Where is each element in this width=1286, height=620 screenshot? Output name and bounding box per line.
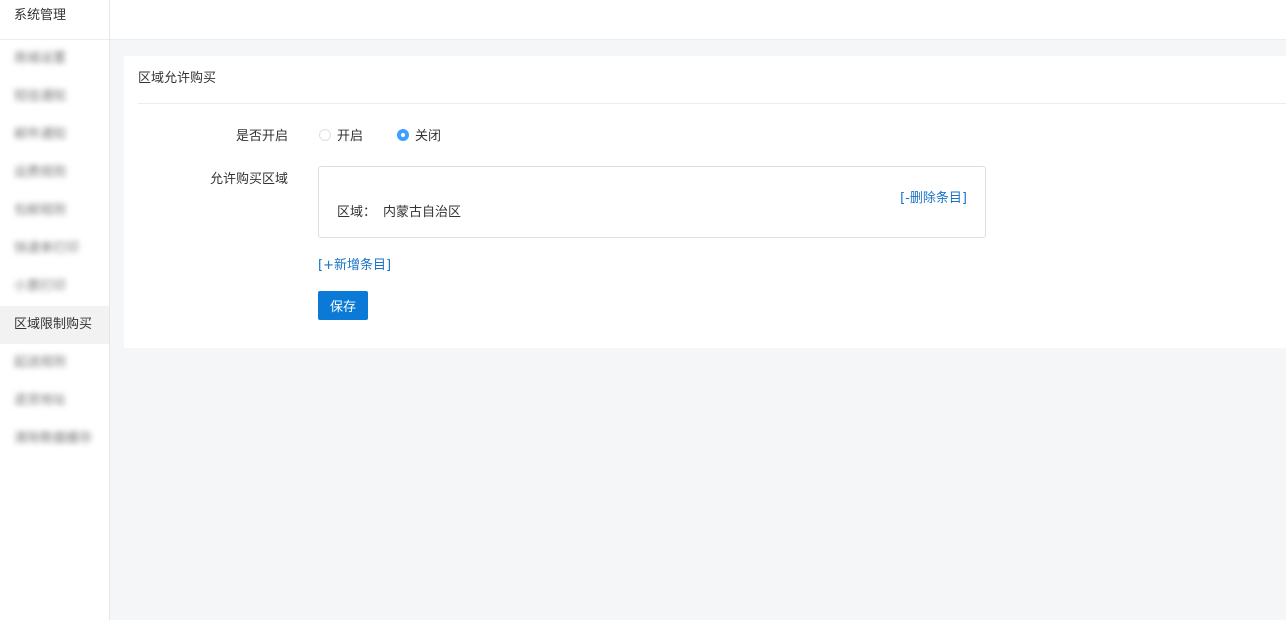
radio-enable[interactable]: 开启 bbox=[319, 125, 363, 144]
sidebar-item-label: 区域限制购买 bbox=[14, 317, 93, 332]
sidebar-item-label: 退货地址 bbox=[14, 393, 67, 408]
sidebar-item-label: 起送规则 bbox=[14, 355, 67, 370]
sidebar-item-label: 邮件通知 bbox=[14, 127, 67, 142]
regions-label: 允许购买区域 bbox=[209, 172, 288, 187]
sidebar-item-free-shipping[interactable]: 包邮规则 bbox=[0, 192, 109, 230]
sidebar-item-label: 短信通知 bbox=[14, 89, 67, 104]
region-prefix: 区域： bbox=[337, 205, 377, 220]
sidebar: 系统管理 商城设置 短信通知 邮件通知 运费规则 包邮规则 快递单打印 小票打印… bbox=[0, 0, 110, 620]
sidebar-item-label: 小票打印 bbox=[14, 279, 67, 294]
sidebar-item-waybill-print[interactable]: 快递单打印 bbox=[0, 230, 109, 268]
sidebar-item-return-address[interactable]: 退货地址 bbox=[0, 382, 109, 420]
sidebar-item-mall-settings[interactable]: 商城设置 bbox=[0, 40, 109, 78]
radio-unchecked-icon bbox=[319, 128, 331, 141]
save-button[interactable]: 保存 bbox=[318, 291, 368, 320]
enable-label: 是否开启 bbox=[235, 129, 288, 144]
sidebar-item-clear-cache[interactable]: 清除数据缓存 bbox=[0, 420, 109, 458]
sidebar-item-label: 快递单打印 bbox=[14, 241, 80, 256]
panel-title: 区域允许购买 bbox=[138, 56, 1286, 104]
top-bar bbox=[110, 0, 1286, 40]
region-value: 内蒙古自治区 bbox=[383, 205, 462, 220]
sidebar-item-email-notice[interactable]: 邮件通知 bbox=[0, 116, 109, 154]
sidebar-item-label: 包邮规则 bbox=[14, 203, 67, 218]
sidebar-item-receipt-print[interactable]: 小票打印 bbox=[0, 268, 109, 306]
sidebar-item-shipping-rules[interactable]: 运费规则 bbox=[0, 154, 109, 192]
region-entry-card: [-删除条目] 区域： 内蒙古自治区 bbox=[318, 166, 986, 238]
sidebar-item-minimum-order[interactable]: 起送规则 bbox=[0, 344, 109, 382]
sidebar-item-label: 清除数据缓存 bbox=[14, 431, 93, 446]
add-entry-link[interactable]: [+新增条目] bbox=[318, 254, 391, 273]
radio-disable[interactable]: 关闭 bbox=[397, 125, 441, 144]
delete-entry-link[interactable]: [-删除条目] bbox=[900, 187, 967, 206]
sidebar-item-label: 运费规则 bbox=[14, 165, 67, 180]
sidebar-item-label: 商城设置 bbox=[14, 51, 67, 66]
radio-checked-icon bbox=[397, 128, 409, 141]
sidebar-menu: 商城设置 短信通知 邮件通知 运费规则 包邮规则 快递单打印 小票打印 区域限制… bbox=[0, 40, 109, 458]
sidebar-item-region-restriction[interactable]: 区域限制购买 bbox=[0, 306, 109, 344]
radio-disable-label: 关闭 bbox=[415, 129, 442, 144]
radio-enable-label: 开启 bbox=[337, 129, 364, 144]
sidebar-item-sms-notice[interactable]: 短信通知 bbox=[0, 78, 109, 116]
sidebar-title: 系统管理 bbox=[0, 0, 109, 40]
settings-panel: 区域允许购买 是否开启 开启 关闭 允许购买区域 [-删除条目] 区域： 内蒙古… bbox=[124, 56, 1286, 348]
